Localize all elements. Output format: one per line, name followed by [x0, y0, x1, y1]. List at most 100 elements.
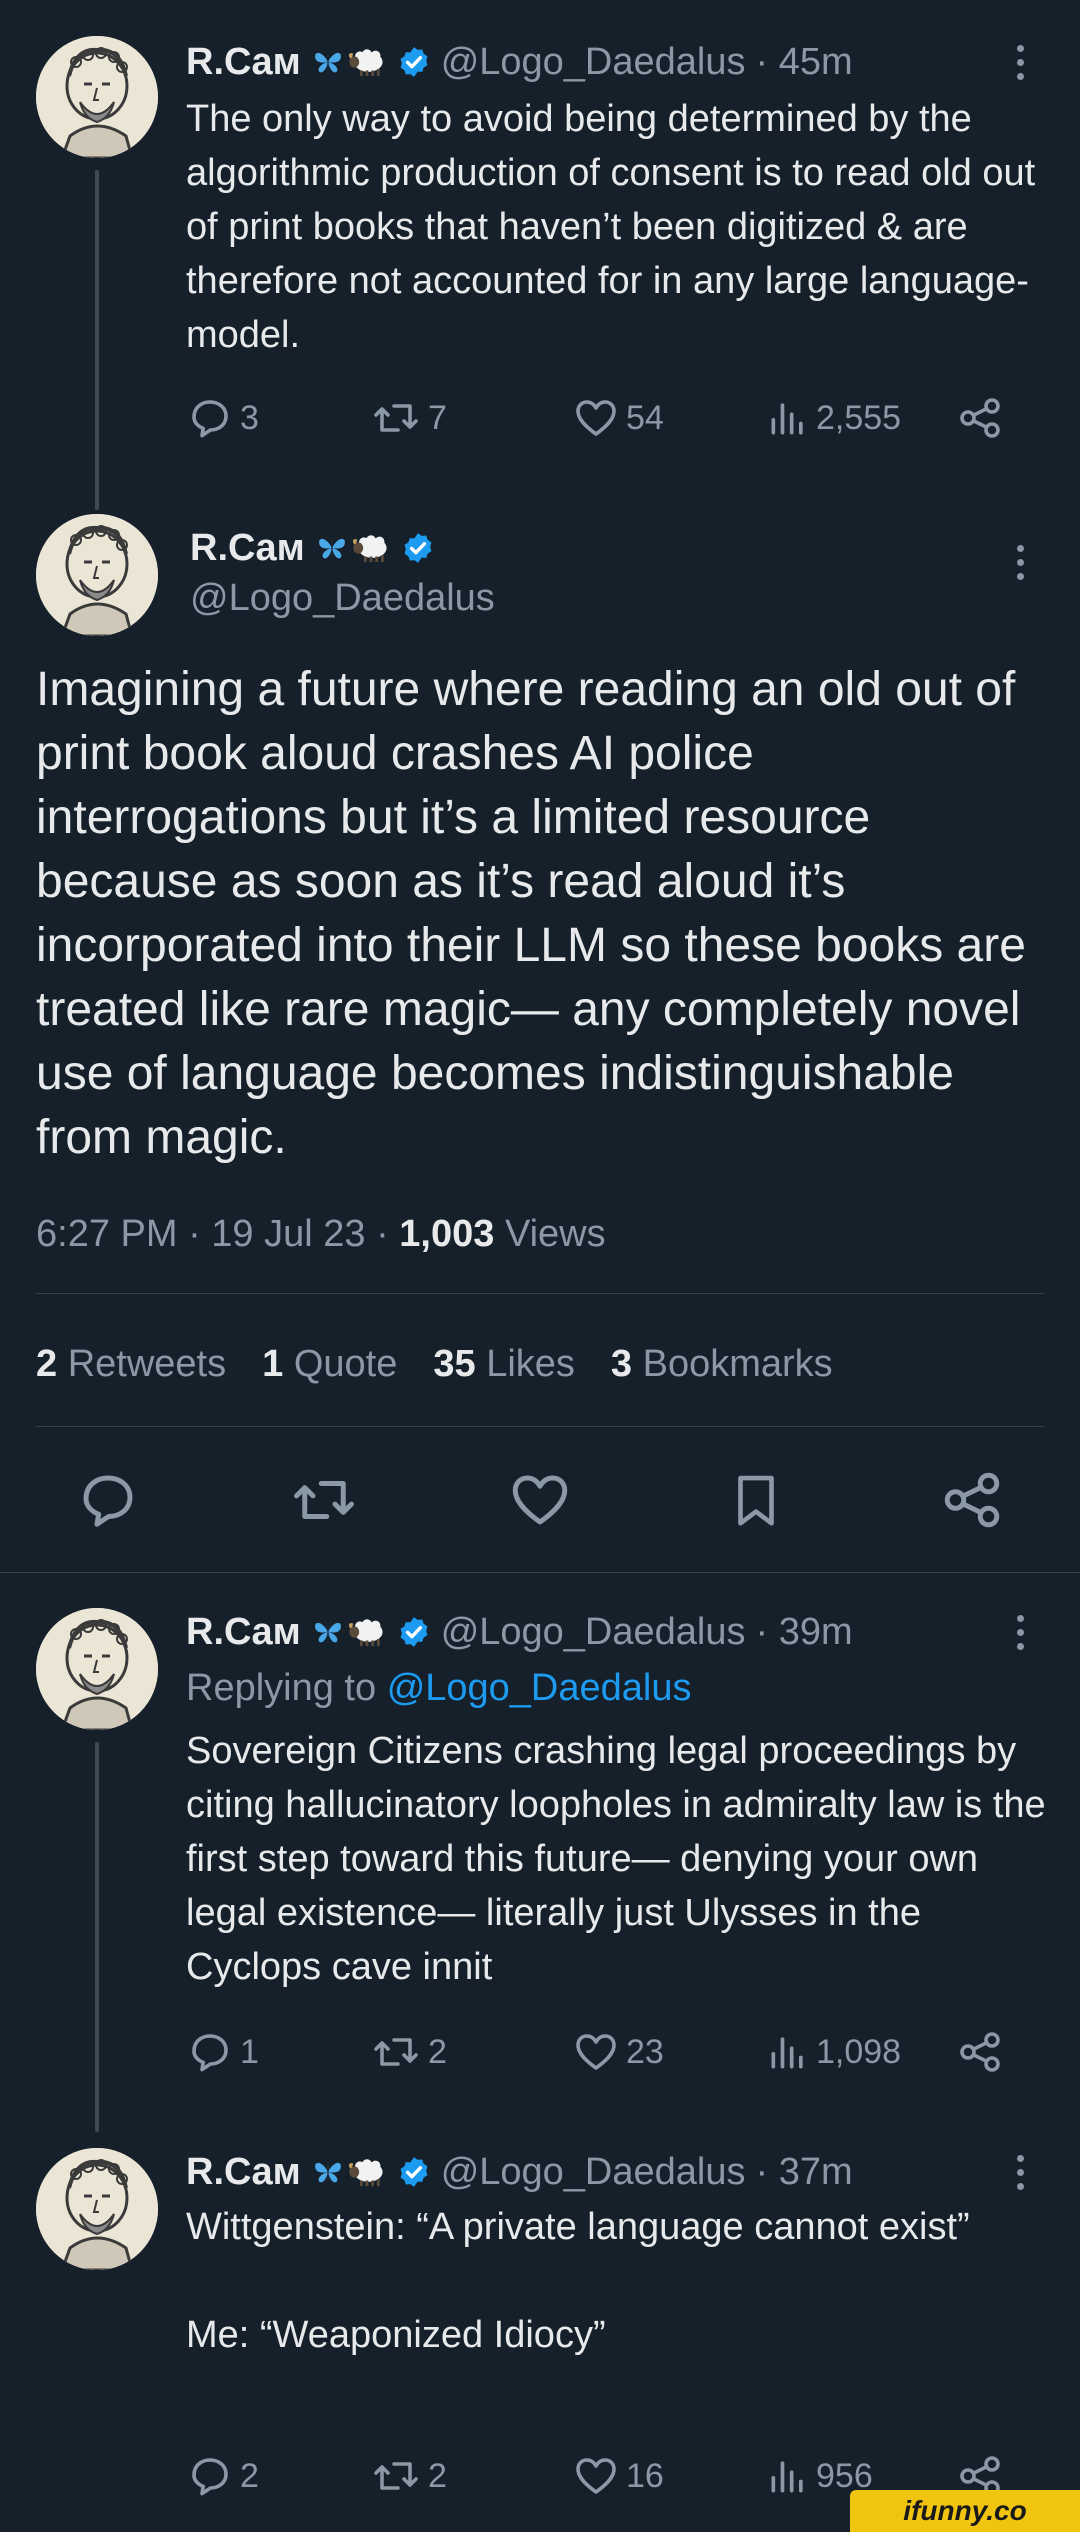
more-options-icon[interactable]: [1010, 2142, 1030, 2202]
butterfly-icon: [315, 531, 349, 565]
tweet-header: R.Cам: [190, 522, 435, 574]
like-button[interactable]: 16: [572, 2446, 664, 2506]
heart-icon: [572, 2028, 620, 2076]
sheep-icon: [347, 2155, 387, 2189]
retweet-button[interactable]: [284, 1460, 364, 1540]
retweet-count: 2: [428, 2032, 447, 2071]
bookmark-button[interactable]: [716, 1460, 796, 1540]
heart-icon: [572, 394, 620, 442]
butterfly-icon: [311, 2155, 345, 2189]
retweet-button[interactable]: 7: [370, 388, 447, 448]
reply-count: 1: [240, 2032, 259, 2071]
retweets-stat[interactable]: 2 Retweets: [36, 1343, 226, 1386]
reply-button[interactable]: 3: [186, 388, 259, 448]
retweet-button[interactable]: 2: [370, 2446, 447, 2506]
like-count: 16: [626, 2456, 664, 2495]
reply-icon: [186, 2028, 234, 2076]
more-options-icon[interactable]: [1010, 1602, 1030, 1662]
avatar[interactable]: [36, 2148, 158, 2270]
reply-button[interactable]: 2: [186, 2446, 259, 2506]
author-name[interactable]: R.Cам: [190, 527, 305, 570]
butterfly-icon: [311, 1615, 345, 1649]
author-name[interactable]: R.Cам: [186, 41, 301, 84]
like-count: 54: [626, 398, 664, 437]
tweet-timestamp[interactable]: 6:27 PM · 19 Jul 23 ·: [36, 1213, 399, 1255]
views-icon: [766, 2452, 810, 2500]
author-handle[interactable]: @Logo_Daedalus: [441, 41, 746, 84]
divider: [0, 1572, 1080, 1573]
tweet-text: The only way to avoid being determined b…: [186, 98, 1036, 356]
name-emoji: [311, 2155, 387, 2189]
author-handle[interactable]: @Logo_Daedalus: [441, 2151, 746, 2194]
author-name[interactable]: R.Cам: [186, 1611, 301, 1654]
views-button[interactable]: 1,098: [766, 2022, 901, 2082]
tweet-meta: 6:27 PM · 19 Jul 23 · 1,003 Views: [36, 1206, 606, 1262]
retweet-count: 2: [428, 2456, 447, 2495]
reply-button[interactable]: [68, 1460, 148, 1540]
replying-to-handle[interactable]: @Logo_Daedalus: [387, 1667, 692, 1709]
retweet-count: 7: [428, 398, 447, 437]
author-handle[interactable]: @Logo_Daedalus: [190, 572, 495, 624]
share-button[interactable]: [932, 1460, 1012, 1540]
tweet-text: Wittgenstein: “A private language cannot…: [186, 2200, 1046, 2362]
bust-portrait-icon: [36, 36, 158, 158]
tweet-actions: 1 2 23 1,098: [186, 2022, 1016, 2082]
share-icon: [956, 2028, 1004, 2076]
more-options-icon[interactable]: [1010, 32, 1030, 92]
avatar[interactable]: [36, 36, 158, 158]
views-count: 1,003: [399, 1213, 495, 1255]
share-icon: [956, 394, 1004, 442]
retweet-icon: [370, 2452, 422, 2500]
tweet-header: R.Cам @Logo_Daedalus · 37m: [186, 2146, 853, 2198]
main-tweet-text: Imagining a future where reading an old …: [36, 663, 1026, 1164]
main-tweet-actions: [0, 1460, 1080, 1540]
like-button[interactable]: 54: [572, 388, 664, 448]
like-button[interactable]: 23: [572, 2022, 664, 2082]
reply-button[interactable]: 1: [186, 2022, 259, 2082]
reply-icon: [186, 2452, 234, 2500]
reply-count: 3: [240, 398, 259, 437]
sheep-icon: [347, 1615, 387, 1649]
view-count: 1,098: [816, 2032, 902, 2071]
views-label: Views: [494, 1213, 606, 1255]
verified-badge-icon: [397, 1615, 431, 1649]
thread-line: [95, 1742, 99, 2132]
heart-icon: [572, 2452, 620, 2500]
tweet-actions: 3 7 54 2,555: [186, 388, 1016, 448]
retweet-icon: [370, 394, 422, 442]
share-button[interactable]: [956, 2022, 1004, 2082]
divider: [36, 1293, 1044, 1294]
retweet-icon: [370, 2028, 422, 2076]
tweet-time[interactable]: · 37m: [756, 2151, 853, 2194]
views-icon: [766, 394, 810, 442]
name-emoji: [311, 45, 387, 79]
avatar[interactable]: [36, 514, 158, 636]
verified-badge-icon: [397, 2155, 431, 2189]
thread-line: [95, 170, 99, 510]
bust-portrait-icon: [36, 2148, 158, 2270]
share-button[interactable]: [956, 388, 1004, 448]
name-emoji: [311, 1615, 387, 1649]
tweet-header: R.Cам @Logo_Daedalus · 39m: [186, 1606, 853, 1658]
retweet-button[interactable]: 2: [370, 2022, 447, 2082]
butterfly-icon: [311, 45, 345, 79]
retweet-icon: [289, 1467, 359, 1533]
like-count: 23: [626, 2032, 664, 2071]
tweet-header: R.Cам @Logo_Daedalus · 45m: [186, 36, 853, 88]
verified-badge-icon: [401, 531, 435, 565]
like-button[interactable]: [500, 1460, 580, 1540]
more-options-icon[interactable]: [1010, 532, 1030, 592]
sheep-icon: [347, 45, 387, 79]
tweet-time[interactable]: · 39m: [756, 1611, 853, 1654]
reply-icon: [186, 394, 234, 442]
author-name[interactable]: R.Cам: [186, 2151, 301, 2194]
quotes-stat[interactable]: 1 Quote: [262, 1343, 397, 1386]
divider: [36, 1426, 1044, 1427]
bookmarks-stat[interactable]: 3 Bookmarks: [611, 1343, 833, 1386]
tweet-time[interactable]: · 45m: [756, 41, 853, 84]
views-button[interactable]: 2,555: [766, 388, 901, 448]
avatar[interactable]: [36, 1608, 158, 1730]
author-handle[interactable]: @Logo_Daedalus: [441, 1611, 746, 1654]
heart-icon: [507, 1467, 573, 1533]
likes-stat[interactable]: 35 Likes: [433, 1343, 575, 1386]
